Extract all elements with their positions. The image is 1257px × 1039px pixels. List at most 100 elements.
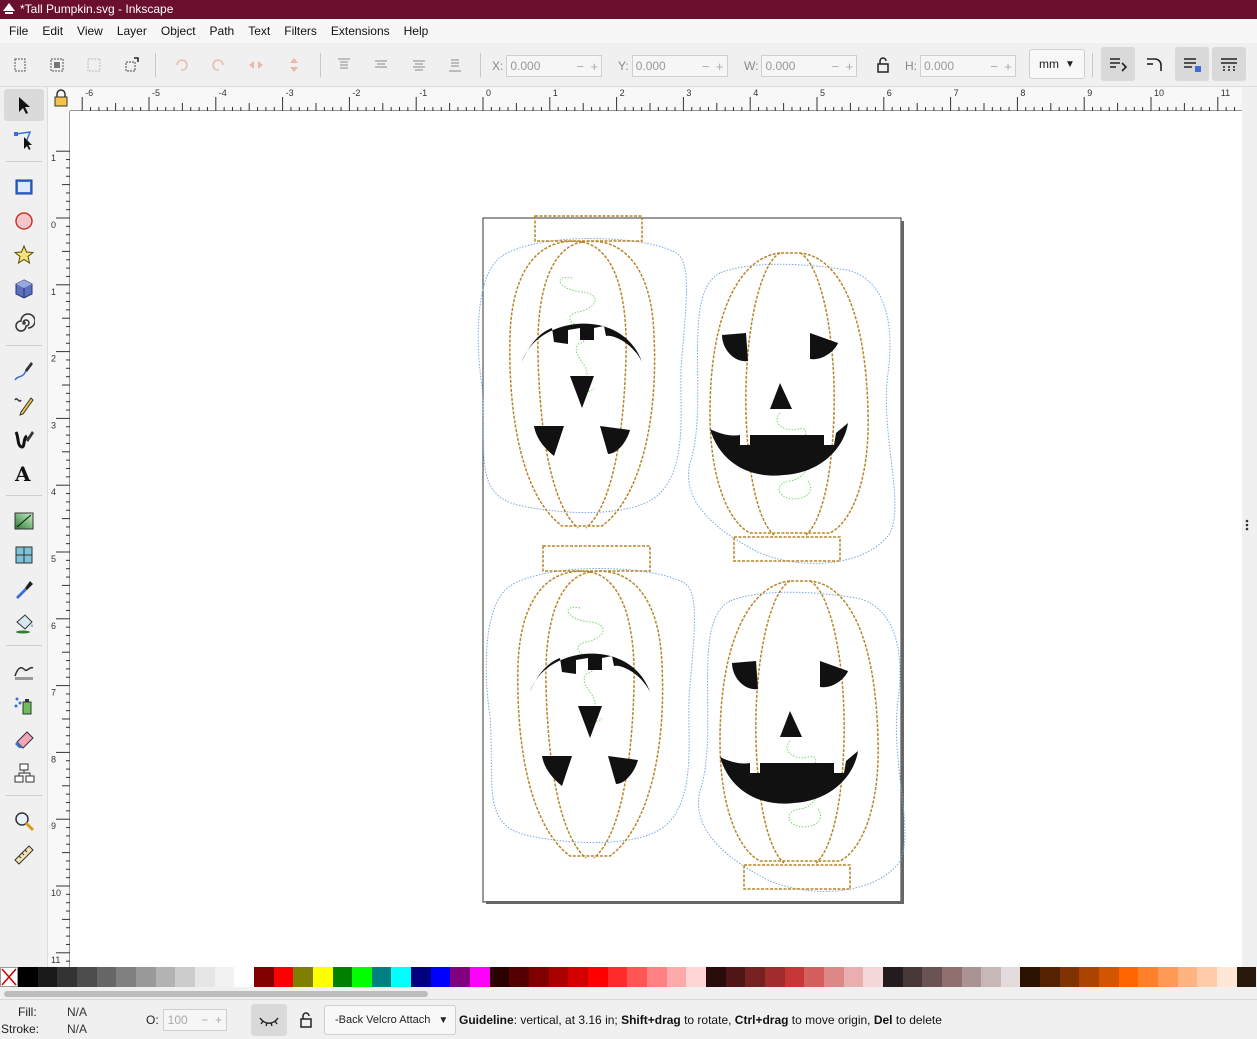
palette-swatch[interactable] [666,967,687,987]
no-paint-swatch[interactable] [0,967,18,987]
layer-visibility-button[interactable] [251,1004,287,1036]
flip-horizontal-icon[interactable] [245,54,267,76]
w-increment-button[interactable]: + [842,59,856,74]
palette-swatch[interactable] [1079,967,1100,987]
move-patterns-button[interactable] [1212,47,1246,81]
palette-swatch[interactable] [705,967,726,987]
y-increment-button[interactable]: + [713,59,727,74]
h-input[interactable] [921,59,987,73]
palette-swatch[interactable] [194,967,215,987]
palette-swatch[interactable] [371,967,392,987]
eraser-tool[interactable] [4,723,44,755]
palette-swatch[interactable] [981,967,1001,987]
palette-swatch[interactable] [391,967,412,987]
palette-swatch[interactable] [135,967,156,987]
palette-swatch[interactable] [1020,967,1041,987]
palette-swatch[interactable] [293,967,313,987]
spiral-tool[interactable] [4,307,44,339]
palette-swatch[interactable] [352,967,372,987]
h-decrement-button[interactable]: − [987,59,1001,74]
palette-swatch[interactable] [607,967,628,987]
scale-corners-button[interactable] [1138,47,1172,81]
w-decrement-button[interactable]: − [828,59,842,74]
palette-swatch[interactable] [57,967,77,987]
palette-swatch[interactable] [1236,967,1257,987]
star-tool[interactable] [4,239,44,271]
fill-value[interactable]: N/A [67,1005,87,1019]
palette-swatch[interactable] [470,967,490,987]
menu-layer[interactable]: Layer [110,19,154,43]
zoom-tool[interactable] [4,805,44,837]
palette-swatch[interactable] [96,967,117,987]
menu-path[interactable]: Path [203,19,242,43]
palette-swatch[interactable] [529,967,549,987]
palette-swatch[interactable] [843,967,864,987]
palette-swatch[interactable] [1158,967,1178,987]
menu-text[interactable]: Text [241,19,277,43]
horizontal-scroll-thumb[interactable] [4,991,428,997]
menu-file[interactable]: File [2,19,35,43]
palette-swatch[interactable] [961,967,982,987]
raise-icon[interactable] [370,54,392,76]
vertical-scrollbar[interactable] [1242,87,1257,967]
transform-handles-icon[interactable] [120,54,142,76]
palette-swatch[interactable] [627,967,647,987]
palette-swatch[interactable] [411,967,431,987]
x-decrement-button[interactable]: − [573,59,587,74]
palette-swatch[interactable] [1099,967,1119,987]
pencil-tool[interactable] [4,389,44,421]
layer-lock-button[interactable] [296,1010,316,1030]
palette-swatch[interactable] [804,967,824,987]
palette-swatch[interactable] [1059,967,1080,987]
scale-stroke-button[interactable] [1101,47,1135,81]
current-layer-select[interactable]: -Back Velcro Attach ▼ [324,1005,456,1035]
palette-swatch[interactable] [37,967,58,987]
spray-tool[interactable] [4,689,44,721]
x-input[interactable] [507,59,574,73]
palette-swatch[interactable] [18,967,38,987]
rotate-ccw-icon[interactable] [170,54,192,76]
menu-edit[interactable]: Edit [35,19,70,43]
palette-swatch[interactable] [76,967,97,987]
unit-select[interactable]: mm ▼ [1029,49,1085,79]
palette-swatch[interactable] [450,967,471,987]
mesh-tool[interactable] [4,539,44,571]
ellipse-tool[interactable] [4,205,44,237]
h-increment-button[interactable]: + [1001,59,1015,74]
palette-swatch[interactable] [568,967,589,987]
palette-swatch[interactable] [1000,967,1021,987]
select-all-layers-icon[interactable] [46,54,68,76]
horizontal-ruler[interactable]: -6 -5 -4 -3 -2 -1 0 1 2 3 4 5 6 7 8 9 10 11 [70,87,1242,111]
vertical-ruler[interactable]: 1 0 1 2 3 4 5 6 7 8 9 10 11 [48,111,70,967]
palette-swatch[interactable] [1177,967,1198,987]
gradient-tool[interactable] [4,505,44,537]
palette-swatch[interactable] [1040,967,1060,987]
menu-view[interactable]: View [70,19,110,43]
canvas[interactable] [70,111,1242,967]
calligraphy-tool[interactable] [4,423,44,455]
palette-swatch[interactable] [155,967,176,987]
palette-swatch[interactable] [332,967,353,987]
pen-tool[interactable] [4,355,44,387]
paint-bucket-tool[interactable] [4,607,44,639]
3d-box-tool[interactable] [4,273,44,305]
palette-swatch[interactable] [430,967,451,987]
tweak-tool[interactable] [4,655,44,687]
palette-swatch[interactable] [686,967,706,987]
selector-tool[interactable] [4,89,44,121]
palette-swatch[interactable] [764,967,785,987]
palette-swatch[interactable] [509,967,530,987]
palette-swatch[interactable] [745,967,765,987]
palette-swatch[interactable] [548,967,569,987]
palette-swatch[interactable] [725,967,746,987]
palette-swatch[interactable] [1138,967,1159,987]
text-tool[interactable]: A [4,457,44,489]
menu-object[interactable]: Object [154,19,203,43]
ruler-corner[interactable] [48,87,70,111]
lower-to-bottom-icon[interactable] [444,54,466,76]
palette-swatch[interactable] [273,967,294,987]
menu-extensions[interactable]: Extensions [324,19,397,43]
y-decrement-button[interactable]: − [699,59,713,74]
node-tool[interactable] [4,124,44,156]
palette-swatch[interactable] [214,967,235,987]
